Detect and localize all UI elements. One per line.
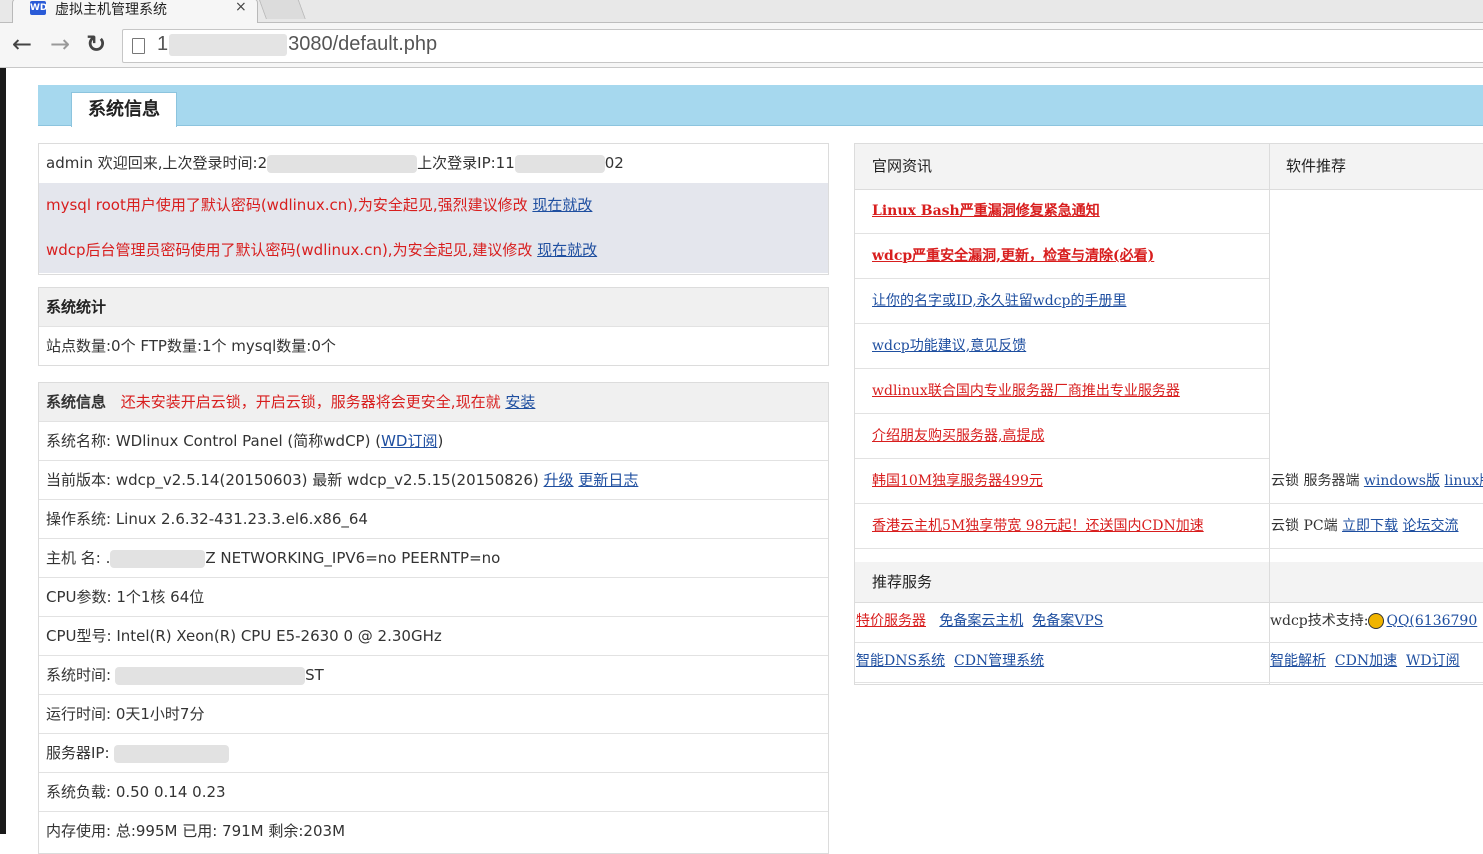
tab-system-info[interactable]: 系统信息 bbox=[71, 92, 177, 127]
cdn-accelerate-link[interactable]: CDN加速 bbox=[1335, 653, 1397, 669]
change-mysql-password-link[interactable]: 现在就改 bbox=[532, 196, 592, 214]
news-item: wdcp功能建议,意见反馈 bbox=[855, 324, 1269, 369]
news-link[interactable]: wdcp功能建议,意见反馈 bbox=[872, 338, 1026, 354]
wdcp-password-warning: wdcp后台管理员密码使用了默认密码(wdlinux.cn),为安全起见,建议修… bbox=[46, 241, 598, 259]
news-item: 韩国10M独享服务器499元 bbox=[855, 459, 1269, 504]
load-row: 系统负载: 0.50 0.14 0.23 bbox=[39, 773, 828, 812]
news-link[interactable]: 让你的名字或ID,永久驻留wdcp的手册里 bbox=[872, 293, 1126, 309]
services-row: 特价服务器 免备案云主机 免备案VPS wdcp技术支持: QQ(6136790 bbox=[855, 602, 1483, 643]
news-item: wdcp严重安全漏洞,更新，检查与清除(必看) bbox=[855, 234, 1269, 279]
tab-title: 虚拟主机管理系统 bbox=[55, 2, 167, 18]
memory-row: 内存使用: 总:995M 已用: 791M 剩余:203M bbox=[46, 822, 346, 840]
news-link[interactable]: Linux Bash严重漏洞修复紧急通知 bbox=[872, 203, 1100, 219]
screen-edge bbox=[0, 0, 6, 834]
system-info-panel: 系统信息 还未安装开启云锁，开启云锁，服务器将会更安全,现在就 安装 系统名称:… bbox=[38, 382, 829, 854]
cloudlock-note: 还未安装开启云锁，开启云锁，服务器将会更安全,现在就 bbox=[120, 393, 501, 411]
news-item: Linux Bash严重漏洞修复紧急通知 bbox=[855, 189, 1269, 234]
stats-header: 系统统计 bbox=[39, 288, 828, 327]
software-header: 软件推荐 bbox=[1286, 157, 1347, 175]
news-link[interactable]: 香港云主机5M独享带宽 98元起！还送国内CDN加速 bbox=[872, 518, 1204, 534]
redacted-ip bbox=[169, 33, 288, 56]
system-name-row: 系统名称: WDlinux Control Panel (简称wdCP) (WD… bbox=[39, 422, 828, 461]
browser-toolbar: ← → ↻ 1 3080/default.php bbox=[0, 23, 1483, 68]
cloudlock-linux-link[interactable]: linux版 bbox=[1444, 473, 1483, 489]
redacted-login-time bbox=[267, 154, 418, 173]
upgrade-link[interactable]: 升级 bbox=[544, 471, 574, 489]
cloudlock-windows-link[interactable]: windows版 bbox=[1364, 473, 1440, 489]
news-link[interactable]: wdcp严重安全漏洞,更新，检查与清除(必看) bbox=[872, 248, 1154, 264]
news-item: 香港云主机5M独享带宽 98元起！还送国内CDN加速 bbox=[855, 504, 1269, 549]
address-bar[interactable]: 1 3080/default.php bbox=[122, 29, 1483, 63]
news-item: 介绍朋友购买服务器,高提成 bbox=[855, 414, 1269, 459]
news-link[interactable]: 韩国10M独享服务器499元 bbox=[872, 473, 1043, 489]
mysql-password-warning: mysql root用户使用了默认密码(wdlinux.cn),为安全起见,强烈… bbox=[46, 196, 593, 214]
stats-counts: 站点数量:0个 FTP数量:1个 mysql数量:0个 bbox=[46, 337, 336, 355]
install-cloudlock-link[interactable]: 安装 bbox=[505, 393, 535, 411]
forum-link[interactable]: 论坛交流 bbox=[1403, 518, 1459, 534]
version-row: 当前版本: wdcp_v2.5.14(20150603) 最新 wdcp_v2.… bbox=[39, 461, 828, 500]
services-header-row: 推荐服务 bbox=[855, 562, 1483, 603]
services-header: 推荐服务 bbox=[872, 573, 933, 591]
wd-favicon-icon: WD bbox=[30, 1, 48, 15]
news-panel-header: 官网资讯 软件推荐 bbox=[855, 144, 1483, 190]
back-arrow-icon[interactable]: ← bbox=[12, 31, 32, 57]
redacted-time bbox=[115, 666, 306, 685]
reload-icon[interactable]: ↻ bbox=[86, 31, 106, 57]
system-info-header: 系统信息 bbox=[46, 393, 107, 411]
url-text[interactable]: 1 3080/default.php bbox=[157, 33, 437, 56]
news-panel: 官网资讯 软件推荐 Linux Bash严重漏洞修复紧急通知 wdcp严重安全漏… bbox=[854, 143, 1483, 685]
wd-subscribe-link[interactable]: WD订阅 bbox=[381, 432, 437, 450]
browser-tabbar: WD 虚拟主机管理系统 × bbox=[0, 0, 1483, 23]
server-ip-row: 服务器IP: bbox=[39, 734, 828, 773]
page-header-band: 系统信息 bbox=[38, 85, 1483, 127]
forward-arrow-icon[interactable]: → bbox=[50, 31, 70, 57]
welcome-line: admin 欢迎回来,上次登录时间:2 上次登录IP:11 02 bbox=[46, 154, 624, 173]
software-row-server: 云锁 服务器端 windows版 linux版 bbox=[1269, 459, 1483, 504]
page-icon bbox=[132, 38, 145, 54]
support-label: wdcp技术支持: bbox=[1270, 613, 1369, 629]
news-link[interactable]: wdlinux联合国内专业服务器厂商推出专业服务器 bbox=[872, 383, 1180, 399]
system-time-row: 系统时间: ST bbox=[39, 656, 828, 695]
cdn-system-link[interactable]: CDN管理系统 bbox=[954, 653, 1044, 669]
qq-icon bbox=[1368, 613, 1385, 629]
news-item: 让你的名字或ID,永久驻留wdcp的手册里 bbox=[855, 279, 1269, 324]
system-info-header-row: 系统信息 还未安装开启云锁，开启云锁，服务器将会更安全,现在就 安装 bbox=[39, 383, 828, 422]
news-header: 官网资讯 bbox=[872, 157, 933, 175]
vps-link[interactable]: 免备案VPS bbox=[1032, 613, 1103, 629]
welcome-panel: admin 欢迎回来,上次登录时间:2 上次登录IP:11 02 mysql roo… bbox=[38, 143, 829, 275]
new-tab-button[interactable] bbox=[258, 0, 306, 19]
qq-link[interactable]: QQ(6136790 bbox=[1386, 613, 1477, 629]
redacted-login-ip bbox=[514, 154, 605, 173]
cloud-host-link[interactable]: 免备案云主机 bbox=[939, 613, 1023, 629]
cpu-model-row: CPU型号: Intel(R) Xeon(R) CPU E5-2630 0 @ … bbox=[39, 617, 828, 656]
news-item: wdlinux联合国内专业服务器厂商推出专业服务器 bbox=[855, 369, 1269, 414]
close-tab-icon[interactable]: × bbox=[235, 0, 247, 15]
special-server-link[interactable]: 特价服务器 bbox=[856, 613, 926, 629]
wd-subscribe-link-2[interactable]: WD订阅 bbox=[1406, 653, 1460, 669]
software-row-pc: 云锁 PC端 立即下载 论坛交流 bbox=[1269, 504, 1483, 549]
browser-tab[interactable]: WD 虚拟主机管理系统 × bbox=[12, 0, 258, 23]
stats-panel: 系统统计 站点数量:0个 FTP数量:1个 mysql数量:0个 bbox=[38, 287, 829, 366]
download-now-link[interactable]: 立即下载 bbox=[1342, 518, 1398, 534]
hostname-row: 主机 名: .Z NETWORKING_IPV6=no PEERNTP=no bbox=[39, 539, 828, 578]
cpu-params-row: CPU参数: 1个1核 64位 bbox=[39, 578, 828, 617]
security-warnings: mysql root用户使用了默认密码(wdlinux.cn),为安全起见,强烈… bbox=[39, 183, 828, 273]
uptime-row: 运行时间: 0天1小时7分 bbox=[39, 695, 828, 734]
change-wdcp-password-link[interactable]: 现在就改 bbox=[537, 241, 597, 259]
redacted-hostname bbox=[110, 549, 206, 568]
news-link[interactable]: 介绍朋友购买服务器,高提成 bbox=[872, 428, 1044, 444]
changelog-link[interactable]: 更新日志 bbox=[578, 471, 638, 489]
smart-resolve-link[interactable]: 智能解析 bbox=[1270, 653, 1326, 669]
os-row: 操作系统: Linux 2.6.32-431.23.3.el6.x86_64 bbox=[39, 500, 828, 539]
smart-dns-link[interactable]: 智能DNS系统 bbox=[856, 653, 945, 669]
services-row: 智能DNS系统 CDN管理系统 智能解析 CDN加速 WD订阅 bbox=[855, 642, 1483, 683]
redacted-server-ip bbox=[113, 744, 229, 763]
